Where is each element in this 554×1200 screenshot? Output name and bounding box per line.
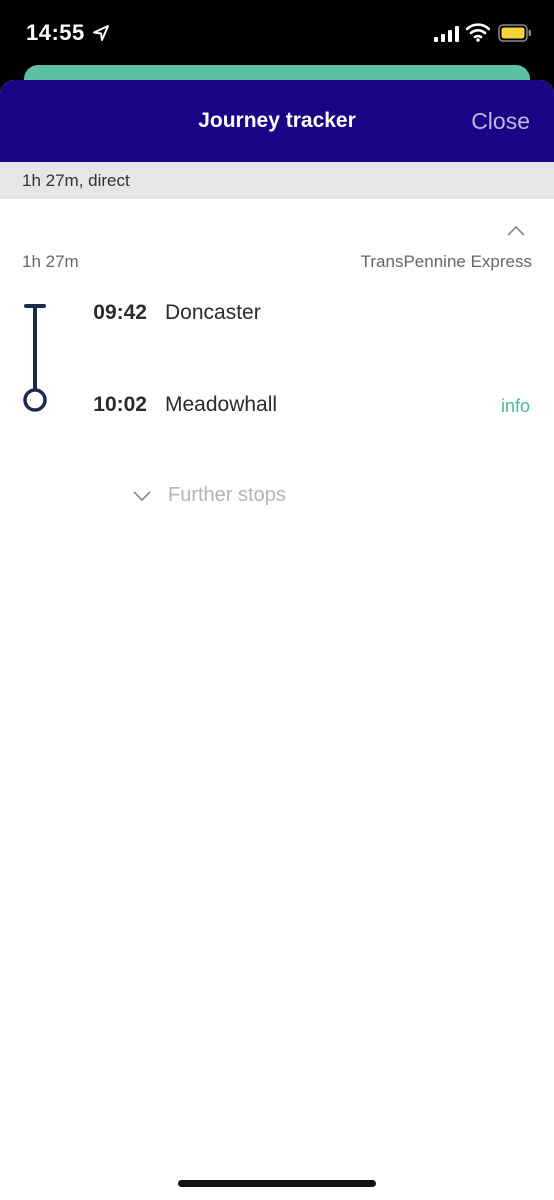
- arrival-station: Meadowhall: [165, 393, 278, 416]
- leg-duration: 1h 27m: [22, 252, 79, 271]
- arrival-time: 10:02: [93, 393, 147, 416]
- cellular-signal-icon: [434, 26, 459, 42]
- chevron-down-icon: [133, 490, 151, 501]
- journey-summary: 1h 27m, direct: [0, 162, 554, 199]
- battery-icon: [498, 24, 531, 42]
- journey-leg: 1h 27m TransPennine Express 09:42 Doncas…: [0, 199, 554, 599]
- location-arrow-icon: [93, 25, 109, 41]
- wifi-icon: [466, 23, 490, 42]
- header-bar: Journey tracker Close: [0, 80, 554, 162]
- further-stops-label: Further stops: [168, 484, 286, 506]
- journey-tracker-sheet: Journey tracker Close 1h 27m, direct 1h …: [0, 80, 554, 1200]
- departure-station: Doncaster: [165, 301, 261, 324]
- status-time: 14:55: [26, 20, 85, 45]
- home-indicator[interactable]: [178, 1180, 376, 1187]
- close-button[interactable]: Close: [471, 108, 530, 135]
- status-bar: 14:55: [0, 0, 554, 70]
- chevron-up-icon[interactable]: [506, 223, 526, 237]
- further-stops-toggle[interactable]: Further stops: [132, 484, 286, 507]
- route-line-graphic: [23, 304, 47, 412]
- train-operator: TransPennine Express: [360, 252, 532, 271]
- station-info-link[interactable]: info: [501, 396, 530, 417]
- departure-time: 09:42: [93, 301, 147, 324]
